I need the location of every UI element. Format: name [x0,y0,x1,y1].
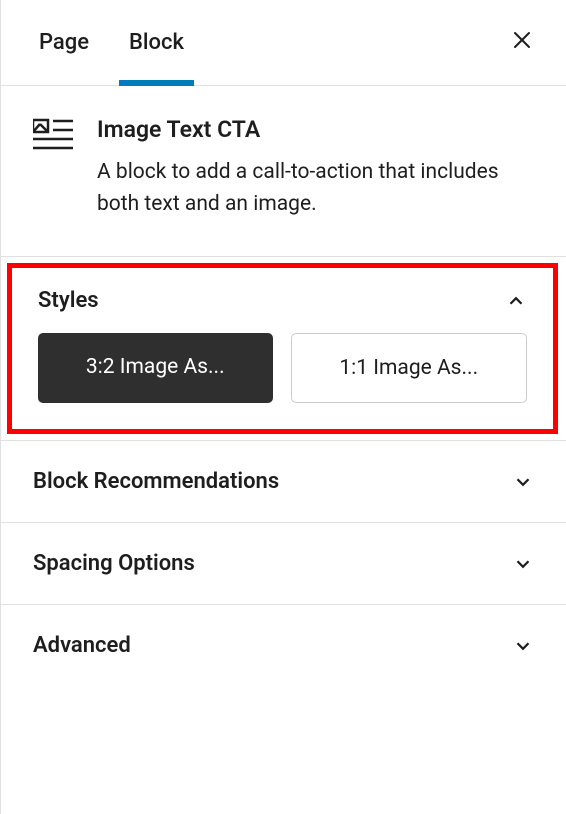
style-option-1-1[interactable]: 1:1 Image As... [291,333,528,403]
block-type-icon [33,116,73,220]
block-info-text: Image Text CTA A block to add a call-to-… [97,116,534,220]
panel-header-spacing[interactable]: Spacing Options [1,523,566,604]
panel-title-spacing: Spacing Options [33,551,195,576]
block-info: Image Text CTA A block to add a call-to-… [1,86,566,257]
panel-recommendations: Block Recommendations [1,440,566,522]
tabs-header: Page Block [1,0,566,86]
panel-title-styles: Styles [38,288,99,313]
chevron-down-icon [512,635,534,657]
close-icon [510,28,534,52]
block-title: Image Text CTA [97,116,534,143]
panel-header-recommendations[interactable]: Block Recommendations [1,441,566,522]
panel-header-advanced[interactable]: Advanced [1,605,566,686]
panel-header-styles[interactable]: Styles [12,268,553,333]
styles-highlight-box: Styles 3:2 Image As... 1:1 Image As... [7,263,558,434]
chevron-down-icon [512,471,534,493]
tab-block[interactable]: Block [109,0,204,86]
panel-advanced: Advanced [1,604,566,686]
chevron-down-icon [512,553,534,575]
chevron-up-icon [505,290,527,312]
style-option-3-2[interactable]: 3:2 Image As... [38,333,273,403]
panel-title-advanced: Advanced [33,633,131,658]
panel-spacing: Spacing Options [1,522,566,604]
block-description: A block to add a call-to-action that inc… [97,157,534,220]
tab-page[interactable]: Page [25,0,109,86]
panel-title-recommendations: Block Recommendations [33,469,279,494]
styles-options: 3:2 Image As... 1:1 Image As... [12,333,553,429]
close-button[interactable] [502,20,542,66]
